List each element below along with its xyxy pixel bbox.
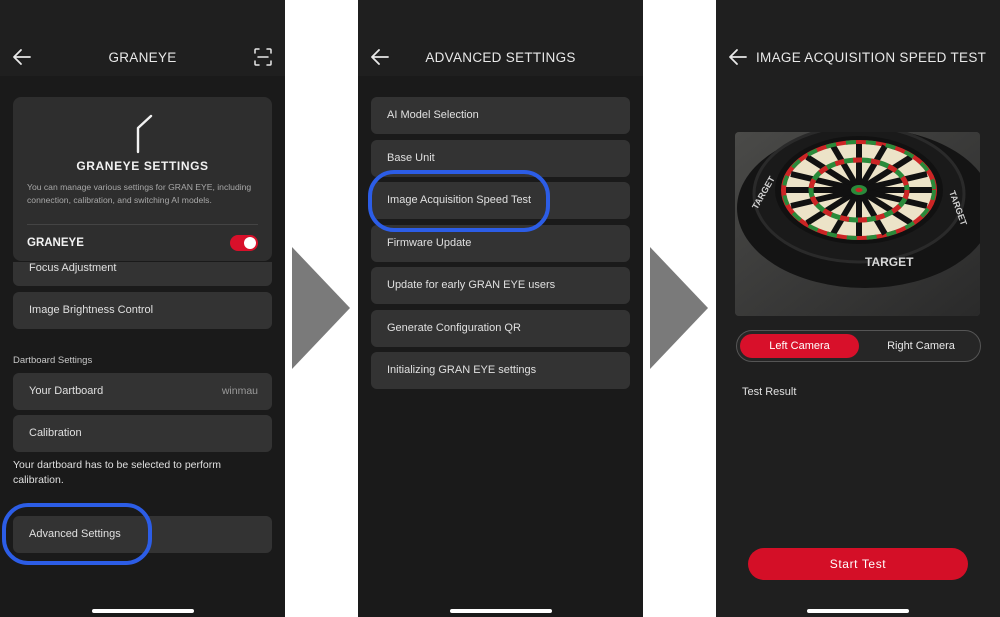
highlight-ring bbox=[2, 503, 152, 565]
menu-item-label: Update for early GRAN EYE users bbox=[387, 279, 556, 291]
calibration-row[interactable]: Calibration bbox=[13, 415, 272, 452]
dartboard-settings-heading: Dartboard Settings bbox=[13, 355, 93, 366]
highlight-ring bbox=[368, 170, 550, 232]
card-title: GRANEYE SETTINGS bbox=[76, 159, 209, 173]
menu-item-label: Generate Configuration QR bbox=[387, 322, 521, 334]
camera-selector: Left Camera Right Camera bbox=[736, 330, 981, 362]
header: GRANEYE bbox=[0, 0, 285, 76]
ai-model-selection-row[interactable]: AI Model Selection bbox=[371, 97, 630, 134]
menu-item-label: AI Model Selection bbox=[387, 109, 479, 121]
calibration-note: Your dartboard has to be selected to per… bbox=[13, 459, 221, 486]
your-dartboard-label: Your Dartboard bbox=[29, 385, 104, 397]
card-description: You can manage various settings for GRAN… bbox=[27, 182, 252, 205]
dartboard-image: TARGET TARGET TARGET bbox=[735, 132, 980, 316]
menu-item-label: Initializing GRAN EYE settings bbox=[387, 364, 537, 376]
image-brightness-row[interactable]: Image Brightness Control bbox=[13, 292, 272, 329]
calibration-label: Calibration bbox=[29, 427, 82, 439]
graneye-sensor-icon bbox=[136, 114, 153, 154]
graneye-toggle[interactable] bbox=[230, 235, 258, 251]
menu-item-label: Firmware Update bbox=[387, 237, 472, 249]
right-camera-button[interactable]: Right Camera bbox=[863, 334, 979, 358]
image-brightness-label: Image Brightness Control bbox=[29, 304, 154, 316]
arrow-left-icon[interactable] bbox=[728, 47, 748, 67]
initialize-settings-row[interactable]: Initializing GRAN EYE settings bbox=[371, 352, 630, 389]
graneye-toggle-label: GRANEYE bbox=[27, 237, 84, 249]
generate-config-qr-row[interactable]: Generate Configuration QR bbox=[371, 310, 630, 347]
start-test-button[interactable]: Start Test bbox=[748, 548, 968, 580]
early-users-update-row[interactable]: Update for early GRAN EYE users bbox=[371, 267, 630, 304]
header: ADVANCED SETTINGS bbox=[358, 0, 643, 76]
left-camera-button[interactable]: Left Camera bbox=[740, 334, 859, 358]
triangle-right-icon bbox=[292, 247, 350, 369]
home-indicator bbox=[449, 609, 552, 613]
home-indicator bbox=[807, 609, 909, 613]
triangle-right-icon bbox=[650, 247, 708, 369]
graneye-settings-screen: GRANEYE GRANEYE SETTINGS You can manage … bbox=[0, 0, 285, 617]
test-result-label: Test Result bbox=[742, 386, 797, 398]
focus-adjustment-row[interactable]: Focus Adjustment bbox=[13, 262, 272, 286]
menu-item-label: Base Unit bbox=[387, 152, 435, 164]
page-title: IMAGE ACQUISITION SPEED TEST bbox=[756, 50, 987, 65]
advanced-settings-screen: ADVANCED SETTINGS AI Model Selection Bas… bbox=[358, 0, 643, 617]
page-title: GRANEYE bbox=[108, 50, 177, 65]
scan-frame-icon[interactable] bbox=[254, 48, 272, 66]
your-dartboard-value: winmau bbox=[221, 385, 258, 397]
board-brand-text: TARGET bbox=[865, 255, 914, 269]
graneye-settings-card: GRANEYE SETTINGS You can manage various … bbox=[13, 97, 272, 261]
camera-preview-image: TARGET TARGET TARGET bbox=[735, 132, 980, 316]
home-indicator bbox=[91, 609, 194, 613]
header: IMAGE ACQUISITION SPEED TEST bbox=[716, 0, 1000, 76]
focus-adjustment-label: Focus Adjustment bbox=[29, 262, 117, 274]
divider bbox=[27, 224, 258, 225]
your-dartboard-row[interactable]: Your Dartboard winmau bbox=[13, 373, 272, 410]
speed-test-screen: IMAGE ACQUISITION SPEED TEST TARGET TARG… bbox=[716, 0, 1000, 617]
page-title: ADVANCED SETTINGS bbox=[425, 50, 576, 65]
